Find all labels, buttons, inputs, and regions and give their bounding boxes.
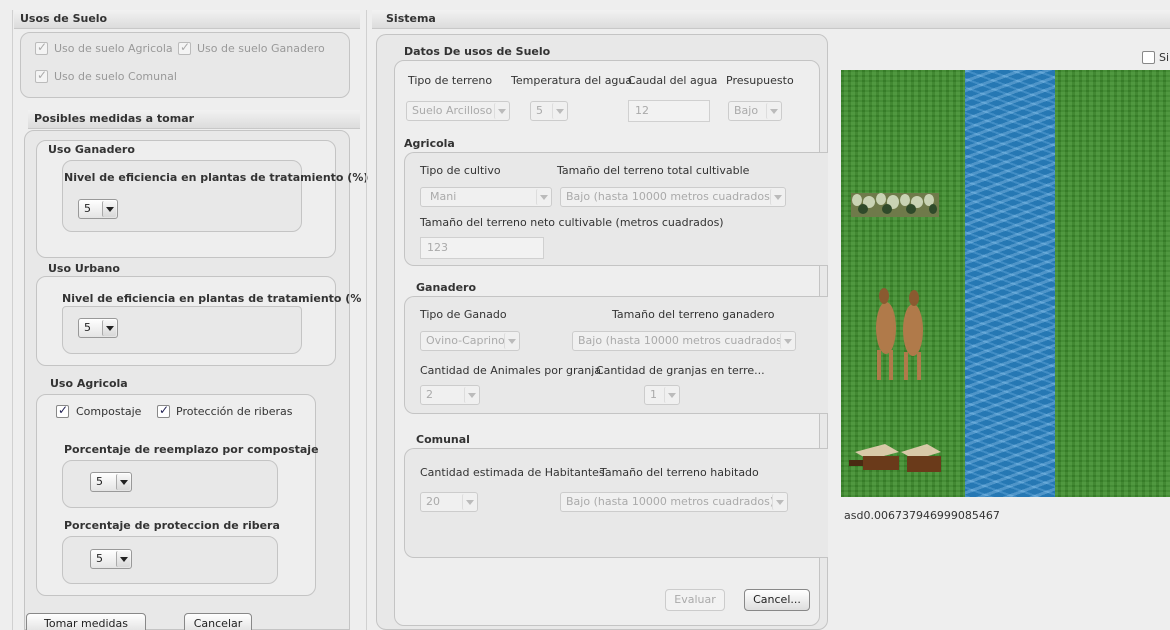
chevron-down-icon: [116, 551, 130, 567]
uso-agricola-checkbox[interactable]: [35, 40, 48, 55]
proteccion-select[interactable]: 5: [90, 549, 132, 569]
uso-agricola-label: Uso de suelo Agricola: [54, 42, 173, 55]
granjas-select[interactable]: 1: [644, 385, 680, 405]
tamano-ganadero-label: Tamaño del terreno ganadero: [612, 308, 775, 321]
tamano-total-label: Tamaño del terreno total cultivable: [557, 164, 750, 177]
ganadero-efficiency-title: Nivel de eficiencia en plantas de tratam…: [64, 171, 369, 184]
ganadero-title: Uso Ganadero: [48, 143, 135, 156]
animales-value: 2: [426, 388, 433, 401]
cancel-button[interactable]: Cancel...: [744, 589, 810, 611]
chevron-down-icon: [536, 189, 550, 205]
caudal-label: Caudal del agua: [628, 74, 718, 87]
houses-icon: [849, 444, 941, 472]
column-divider: [366, 10, 367, 630]
chevron-down-icon: [462, 494, 476, 510]
crops-icon: [851, 193, 939, 217]
si-label: Si: [1159, 51, 1170, 64]
tipo-ganado-label: Tipo de Ganado: [420, 308, 507, 321]
cancelar-button[interactable]: Cancelar: [184, 613, 252, 630]
urbano-efficiency-title: Nivel de eficiencia en plantas de tratam…: [62, 292, 362, 305]
tamano-ganadero-select[interactable]: Bajo (hasta 10000 metros cuadrados): [572, 331, 796, 351]
chevron-down-icon: [464, 387, 478, 403]
chevron-down-icon: [102, 320, 116, 336]
tamano-total-select[interactable]: Bajo (hasta 10000 metros cuadrados): [560, 187, 786, 207]
presupuesto-label: Presupuesto: [726, 74, 794, 87]
presupuesto-value: Bajo: [734, 104, 759, 117]
ganadero-efficiency-value: 5: [84, 202, 91, 215]
tipo-ganado-select[interactable]: Ovino-Caprino: [420, 331, 520, 351]
scene-sprites: [849, 193, 941, 472]
ganadero-efficiency-select[interactable]: 5: [78, 199, 118, 219]
temperatura-value: 5: [536, 104, 543, 117]
usos-suelo-header: Usos de Suelo: [14, 10, 360, 29]
agricola-title: Uso Agricola: [50, 377, 128, 390]
presupuesto-select[interactable]: Bajo: [728, 101, 782, 121]
chevron-down-icon: [766, 103, 780, 119]
chevron-down-icon: [772, 494, 786, 510]
tamano-habitado-value: Bajo (hasta 10000 metros cuadrados): [566, 495, 775, 508]
datos-title: Datos De usos de Suelo: [404, 45, 551, 58]
uso-ganadero-checkbox[interactable]: [178, 40, 191, 55]
reemplazo-select[interactable]: 5: [90, 472, 132, 492]
tamano-habitado-select[interactable]: Bajo (hasta 10000 metros cuadrados): [560, 492, 788, 512]
uso-ganadero-label: Uso de suelo Ganadero: [197, 42, 325, 55]
urbano-title: Uso Urbano: [48, 262, 120, 275]
proteccion-title: Porcentaje de proteccion de ribera: [64, 519, 280, 532]
tipo-cultivo-label: Tipo de cultivo: [420, 164, 501, 177]
urbano-efficiency-value: 5: [84, 321, 91, 334]
riberas-label: Protección de riberas: [176, 405, 293, 418]
medidas-header: Posibles medidas a tomar: [28, 110, 360, 129]
compostaje-checkbox[interactable]: [56, 403, 69, 418]
temperatura-select[interactable]: 5: [530, 101, 568, 121]
granjas-label: Cantidad de granjas en terre...: [596, 364, 765, 377]
riberas-checkbox[interactable]: [157, 403, 170, 418]
granjas-value: 1: [650, 388, 657, 401]
tamano-ganadero-value: Bajo (hasta 10000 metros cuadrados): [578, 334, 787, 347]
tipo-terreno-value: Suelo Arcilloso: [412, 104, 493, 117]
left-edge-divider: [12, 10, 13, 630]
chevron-down-icon: [780, 333, 794, 349]
reemplazo-title: Porcentaje de reemplazo por compostaje: [64, 443, 319, 456]
evaluar-button[interactable]: Evaluar: [665, 589, 725, 611]
proteccion-value: 5: [96, 552, 103, 565]
livestock-icon: [876, 288, 923, 380]
chevron-down-icon: [494, 103, 508, 119]
chevron-down-icon: [664, 387, 678, 403]
readout-text: asd0.006737946999085467: [844, 509, 1000, 522]
neto-field[interactable]: 123: [420, 237, 544, 259]
tipo-terreno-label: Tipo de terreno: [408, 74, 493, 87]
chevron-down-icon: [116, 474, 130, 490]
tipo-cultivo-select[interactable]: Mani: [420, 187, 552, 207]
temperatura-label: Temperatura del agua: [511, 74, 633, 87]
neto-label: Tamaño del terreno neto cultivable (metr…: [420, 216, 724, 229]
uso-comunal-checkbox[interactable]: [35, 68, 48, 83]
uso-comunal-label: Uso de suelo Comunal: [54, 70, 177, 83]
chevron-down-icon: [504, 333, 518, 349]
compostaje-label: Compostaje: [76, 405, 142, 418]
chevron-down-icon: [102, 201, 116, 217]
simulation-scene: [841, 70, 1170, 497]
tomar-medidas-button[interactable]: Tomar medidas: [26, 613, 146, 630]
habitantes-select[interactable]: 20: [420, 492, 478, 512]
sis-ganadero-title: Ganadero: [416, 281, 477, 294]
habitantes-value: 20: [426, 495, 440, 508]
sis-comunal-title: Comunal: [416, 433, 470, 446]
urbano-efficiency-select[interactable]: 5: [78, 318, 118, 338]
reemplazo-value: 5: [96, 475, 103, 488]
sistema-header: Sistema: [372, 10, 1170, 29]
habitantes-label: Cantidad estimada de Habitantes: [420, 466, 605, 479]
chevron-down-icon: [770, 189, 784, 205]
chevron-down-icon: [552, 103, 566, 119]
tamano-habitado-label: Tamaño del terreno habitado: [600, 466, 759, 479]
animales-select[interactable]: 2: [420, 385, 480, 405]
sis-agricola-title: Agricola: [404, 137, 455, 150]
tipo-ganado-value: Ovino-Caprino: [426, 334, 505, 347]
tipo-cultivo-value: Mani: [430, 190, 457, 203]
animales-label: Cantidad de Animales por granja: [420, 364, 602, 377]
tipo-terreno-select[interactable]: Suelo Arcilloso: [406, 101, 510, 121]
si-checkbox[interactable]: [1142, 51, 1155, 64]
tamano-total-value: Bajo (hasta 10000 metros cuadrados): [566, 190, 775, 203]
caudal-field[interactable]: 12: [628, 100, 710, 122]
